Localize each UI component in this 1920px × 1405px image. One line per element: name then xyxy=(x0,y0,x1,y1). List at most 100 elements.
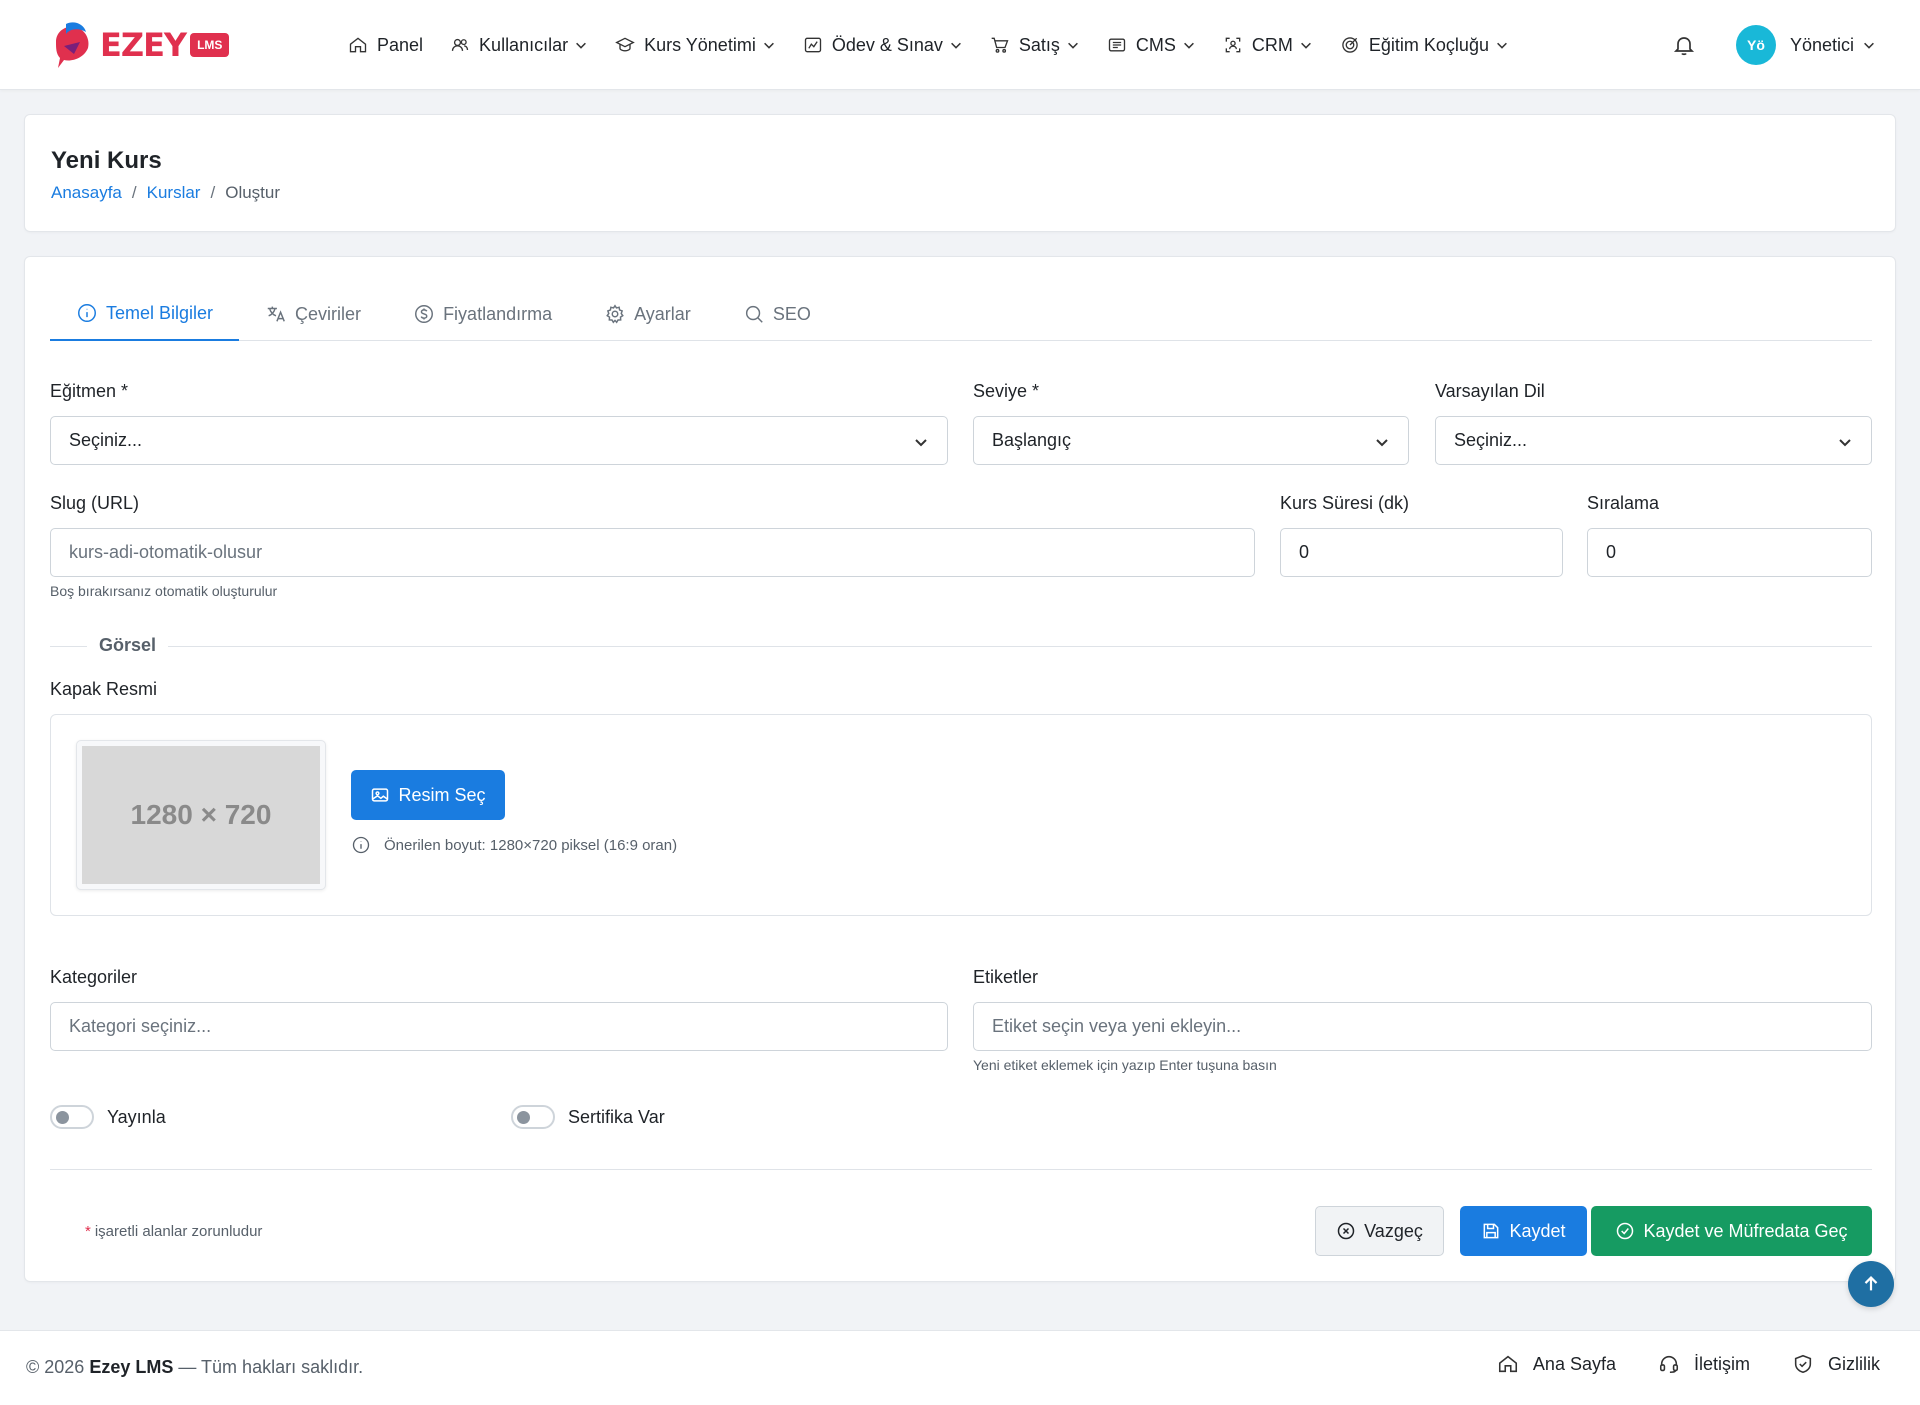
tab-label: Ayarlar xyxy=(634,303,691,324)
publish-label: Yayınla xyxy=(107,1106,166,1127)
form-tabs: Temel Bilgiler Çeviriler Fiyatlandırma A… xyxy=(50,287,1872,341)
nav-label: Kurs Yönetimi xyxy=(644,34,756,55)
tags-placeholder: Etiket seçin veya yeni ekleyin... xyxy=(992,1016,1242,1036)
breadcrumb-home[interactable]: Anasayfa xyxy=(51,183,122,203)
target-icon xyxy=(1342,37,1358,53)
breadcrumb-current: Oluştur xyxy=(225,183,281,202)
tags-help-text: Yeni etiket eklemek için yazıp Enter tuş… xyxy=(973,1057,1277,1073)
page-header-card: Yeni Kurs Anasayfa / Kurslar / Oluştur xyxy=(24,114,1896,232)
tab-basic-info[interactable]: Temel Bilgiler xyxy=(50,287,240,341)
breadcrumb-courses[interactable]: Kurslar xyxy=(147,183,201,203)
nav-crm[interactable]: CRM xyxy=(1223,35,1313,56)
main-nav: Panel Kullanıcılar Kurs Yönetimi Ödev & … xyxy=(348,0,1536,90)
required-fields-note: * işaretli alanlar zorunludur xyxy=(85,1223,262,1240)
tags-input[interactable]: Etiket seçin veya yeni ekleyin... xyxy=(973,1002,1872,1051)
save-and-curriculum-button[interactable]: Kaydet ve Müfredata Geç xyxy=(1591,1206,1872,1256)
copyright-prefix: © 2026 xyxy=(26,1357,85,1377)
notifications-button[interactable] xyxy=(1672,33,1698,59)
default-language-label: Varsayılan Dil xyxy=(1435,381,1545,401)
nav-coaching[interactable]: Eğitim Koçluğu xyxy=(1340,35,1509,56)
nav-label: CMS xyxy=(1135,34,1176,55)
cover-image-label: Kapak Resmi xyxy=(50,679,158,699)
duration-value: 0 xyxy=(1299,542,1310,562)
required-note-text: işaretli alanlar zorunludur xyxy=(94,1223,263,1240)
chevron-down-icon xyxy=(915,439,927,447)
cover-image-hint: Önerilen boyut: 1280×720 piksel (16:9 or… xyxy=(351,835,677,855)
arrow-up-icon xyxy=(1864,1276,1878,1291)
nav-course-management[interactable]: Kurs Yönetimi xyxy=(615,35,776,56)
cancel-label: Vazgeç xyxy=(1364,1220,1423,1241)
tab-settings[interactable]: Ayarlar xyxy=(578,287,717,341)
check-circle-icon xyxy=(1617,1222,1634,1240)
select-image-button[interactable]: Resim Seç xyxy=(351,770,505,820)
section-divider xyxy=(50,646,1872,647)
nav-label: Kullanıcılar xyxy=(479,34,569,55)
slug-help-text: Boş bırakırsanız otomatik oluşturulur xyxy=(50,583,278,599)
nav-label: Eğitim Koçluğu xyxy=(1368,34,1489,55)
tab-translations[interactable]: Çeviriler xyxy=(239,287,387,341)
slug-label: Slug (URL) xyxy=(50,493,140,513)
cancel-button[interactable]: Vazgeç xyxy=(1315,1206,1444,1256)
dollar-icon xyxy=(415,305,434,323)
cart-icon xyxy=(991,37,1009,53)
brand-badge: LMS xyxy=(190,33,230,57)
categories-select[interactable]: Kategori seçiniz... xyxy=(50,1002,948,1051)
duration-input[interactable]: 0 xyxy=(1280,528,1563,577)
save-label: Kaydet xyxy=(1509,1220,1566,1241)
instructor-select[interactable]: Seçiniz... xyxy=(50,416,948,465)
tab-seo[interactable]: SEO xyxy=(717,287,837,341)
default-language-select[interactable]: Seçiniz... xyxy=(1435,416,1872,465)
tab-pricing[interactable]: Fiyatlandırma xyxy=(387,287,578,341)
instructor-label: Eğitmen * xyxy=(50,381,129,401)
publish-switch[interactable] xyxy=(50,1105,94,1129)
level-select[interactable]: Başlangıç xyxy=(973,416,1409,465)
brand-logo[interactable]: EZEY LMS xyxy=(50,18,230,72)
close-circle-icon xyxy=(1337,1222,1355,1240)
order-input[interactable]: 0 xyxy=(1587,528,1872,577)
certificate-label: Sertifika Var xyxy=(568,1106,665,1127)
tab-label: Fiyatlandırma xyxy=(443,303,553,324)
breadcrumb: Anasayfa / Kurslar / Oluştur xyxy=(51,183,280,203)
default-language-value: Seçiniz... xyxy=(1454,430,1528,450)
users-icon xyxy=(451,38,469,51)
top-navbar: EZEY LMS Panel Kullanıcılar Kurs Yönetim… xyxy=(0,0,1920,90)
nav-assignments-exams[interactable]: Ödev & Sınav xyxy=(803,35,963,56)
slug-placeholder: kurs-adi-otomatik-olusur xyxy=(69,542,263,562)
user-menu[interactable]: Yö Yönetici xyxy=(1736,24,1876,66)
cover-image-placeholder: 1280 × 720 xyxy=(82,746,320,884)
nav-users[interactable]: Kullanıcılar xyxy=(450,35,588,56)
tags-label: Etiketler xyxy=(973,967,1039,987)
nav-label: Satış xyxy=(1018,34,1060,55)
course-form-card: Temel Bilgiler Çeviriler Fiyatlandırma A… xyxy=(24,256,1896,1282)
info-icon xyxy=(78,304,96,322)
scroll-to-top-button[interactable] xyxy=(1848,1261,1894,1307)
footer-link-contact[interactable]: İletişim xyxy=(1658,1353,1750,1375)
chevron-down-icon xyxy=(950,42,961,49)
cover-image-hint-text: Önerilen boyut: 1280×720 piksel (16:9 or… xyxy=(384,836,678,854)
chevron-down-icon xyxy=(1839,439,1851,447)
footer-link-privacy[interactable]: Gizlilik xyxy=(1792,1353,1880,1375)
translate-icon xyxy=(267,306,285,322)
home-icon xyxy=(1498,1355,1517,1373)
certificate-switch[interactable] xyxy=(511,1105,555,1129)
nav-panel[interactable]: Panel xyxy=(348,35,423,56)
nav-label: CRM xyxy=(1251,34,1293,55)
gear-icon xyxy=(606,304,624,324)
footer-link-home[interactable]: Ana Sayfa xyxy=(1497,1353,1616,1375)
certificate-toggle[interactable]: Sertifika Var xyxy=(511,1105,665,1129)
order-label: Sıralama xyxy=(1587,493,1660,513)
avatar: Yö xyxy=(1736,25,1776,65)
publish-toggle[interactable]: Yayınla xyxy=(50,1105,166,1129)
save-button[interactable]: Kaydet xyxy=(1460,1206,1587,1256)
nav-label: Panel xyxy=(377,34,424,55)
chevron-down-icon xyxy=(1067,42,1078,49)
nav-cms[interactable]: CMS xyxy=(1107,35,1196,56)
nav-sales[interactable]: Satış xyxy=(990,35,1080,56)
slug-input[interactable]: kurs-adi-otomatik-olusur xyxy=(50,528,1255,577)
shield-icon xyxy=(1794,1354,1812,1374)
home-icon xyxy=(349,37,367,53)
categories-label: Kategoriler xyxy=(50,967,138,987)
copyright-suffix: — Tüm hakları saklıdır. xyxy=(178,1357,364,1377)
save-and-curriculum-label: Kaydet ve Müfredata Geç xyxy=(1643,1220,1848,1241)
image-icon xyxy=(372,788,389,802)
